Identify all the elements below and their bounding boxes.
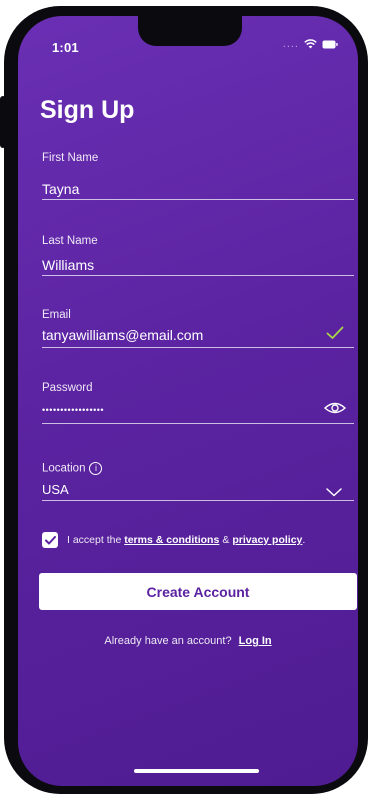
location-select[interactable]: USA: [42, 482, 69, 497]
app-screen: 1:01 .... Sign Up First Name Tayna Last …: [18, 16, 358, 786]
status-icons: ....: [283, 38, 338, 50]
terms-checkbox[interactable]: [42, 532, 58, 548]
email-field[interactable]: tanyawilliams@email.com: [42, 327, 203, 343]
email-underline: [42, 347, 354, 348]
password-field[interactable]: •••••••••••••••••: [42, 405, 104, 415]
first-name-field[interactable]: Tayna: [42, 181, 79, 197]
last-name-underline: [42, 275, 354, 276]
location-underline: [42, 500, 354, 501]
first-name-label: First Name: [42, 152, 99, 164]
login-prompt: Already have an account?: [104, 635, 232, 647]
info-icon[interactable]: i: [89, 462, 103, 475]
eye-icon[interactable]: [323, 401, 347, 420]
home-indicator[interactable]: [134, 769, 259, 773]
status-time: 1:01: [52, 40, 79, 55]
terms-link[interactable]: terms & conditions: [124, 534, 219, 546]
check-icon: [326, 326, 344, 345]
battery-icon: [322, 40, 338, 49]
terms-prefix: I accept the: [67, 534, 122, 546]
terms-suffix: .: [302, 534, 306, 546]
email-label: Email: [42, 309, 71, 321]
last-name-label: Last Name: [42, 235, 98, 247]
privacy-link[interactable]: privacy policy: [232, 534, 302, 546]
location-label-text: Location: [42, 462, 86, 475]
first-name-underline: [42, 199, 354, 200]
terms-row: I accept the terms & conditions & privac…: [42, 532, 305, 548]
password-label: Password: [42, 382, 93, 394]
wifi-icon: [304, 39, 317, 49]
terms-separator: &: [222, 534, 230, 546]
notch: [138, 16, 242, 46]
signal-indicator: ....: [282, 38, 299, 50]
location-label: Location i: [42, 462, 103, 475]
login-row: Already have an account? Log In: [18, 635, 358, 647]
last-name-field[interactable]: Williams: [42, 257, 94, 273]
phone-frame: 1:01 .... Sign Up First Name Tayna Last …: [4, 6, 368, 794]
create-account-button[interactable]: Create Account: [39, 573, 357, 610]
checkbox-check-icon: [44, 535, 56, 544]
login-link[interactable]: Log In: [239, 635, 272, 647]
page-title: Sign Up: [40, 96, 135, 124]
password-underline: [42, 423, 354, 424]
